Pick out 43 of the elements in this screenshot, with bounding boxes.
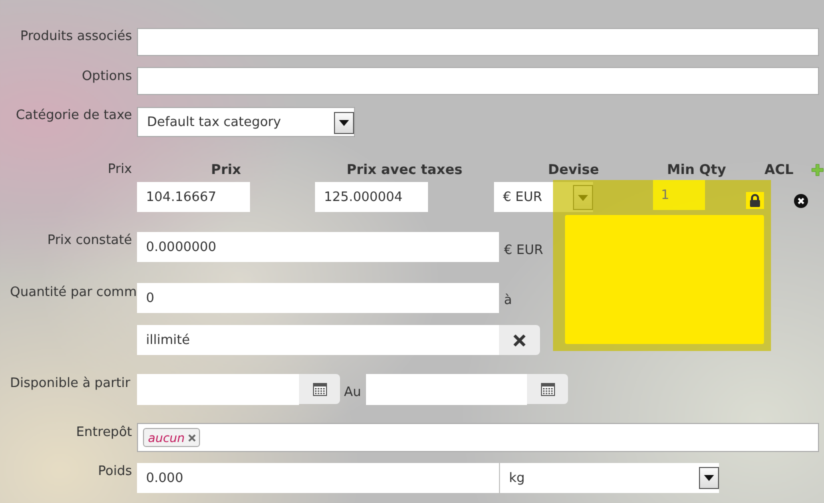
lock-icon <box>746 192 764 209</box>
field-label: Poids <box>97 463 133 481</box>
warehouse-field[interactable]: aucun <box>137 423 819 452</box>
calendar-button[interactable] <box>527 374 568 404</box>
field-label: Catégorie de taxe <box>14 107 133 125</box>
quantity-to-field[interactable]: illimité <box>137 325 499 355</box>
caret-icon <box>339 120 349 126</box>
calendar-button[interactable] <box>299 374 340 404</box>
price-field[interactable]: 104.16667 <box>137 182 250 212</box>
warehouse-tag[interactable]: aucun <box>143 428 200 447</box>
close-icon <box>513 334 526 346</box>
range-separator: à <box>504 292 512 310</box>
prices-label: Prix <box>106 162 133 178</box>
price-with-tax-field[interactable]: 125.000004 <box>315 182 428 212</box>
column-header: ACL <box>764 162 794 178</box>
weight-field[interactable]: 0.000 <box>137 463 499 493</box>
currency-unit: € EUR <box>504 242 544 260</box>
list-price-field[interactable]: 0.0000000 <box>137 232 499 262</box>
availability-label: Disponible à partir <box>9 375 132 393</box>
remove-row-icon[interactable] <box>794 194 808 208</box>
calendar-icon <box>540 382 555 396</box>
quantity-from-field[interactable]: 0 <box>137 283 499 313</box>
column-header: Prix <box>210 162 242 178</box>
column-header: Devise <box>547 162 600 178</box>
options-field[interactable] <box>137 67 819 95</box>
column-header: Prix avec taxes <box>346 162 464 178</box>
caret-icon <box>704 475 714 481</box>
date-separator: Au <box>344 384 362 402</box>
column-header: Min Qty <box>666 162 728 178</box>
clear-button[interactable] <box>499 325 540 355</box>
field-label: Produits associés <box>19 28 133 46</box>
date-to-field[interactable] <box>366 374 528 405</box>
remove-icon[interactable] <box>188 434 196 442</box>
field-label: Prix constaté <box>46 232 133 250</box>
calendar-icon <box>312 382 326 396</box>
field-label: Entrepôt <box>75 424 133 442</box>
unit-select[interactable]: kg <box>500 463 719 493</box>
related-products-field[interactable] <box>137 28 819 56</box>
min-qty-field[interactable]: 1 <box>653 180 705 210</box>
quantity-label: Quantité par comm <box>9 284 137 302</box>
tax-category-select[interactable]: Default tax category <box>137 107 355 137</box>
date-from-field[interactable] <box>137 374 299 405</box>
field-label: Options <box>80 68 133 86</box>
